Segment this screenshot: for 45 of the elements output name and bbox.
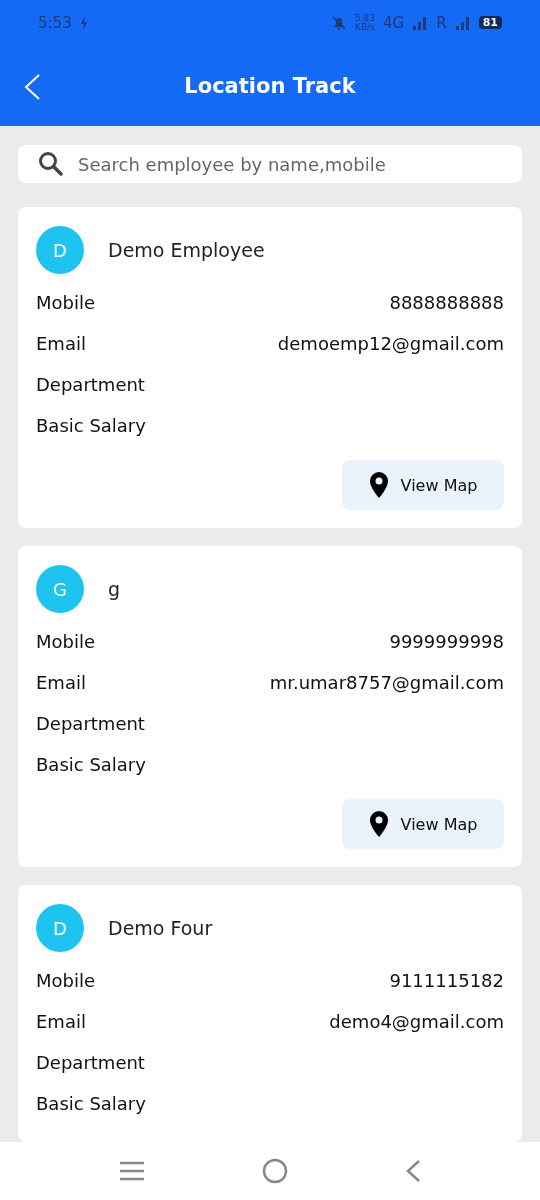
field-label: Department [36,1052,145,1073]
field-value: demo4@gmail.com [329,1011,504,1032]
field-label: Mobile [36,631,96,652]
back-icon[interactable] [22,73,42,101]
field-label: Basic Salary [36,415,146,436]
field-label: Department [36,713,145,734]
field-value: 8888888888 [389,292,504,313]
field-label: Email [36,1011,86,1032]
network-type: 4G [383,13,405,32]
view-map-button[interactable]: View Map [342,460,504,510]
field-label: Email [36,672,86,693]
search-input[interactable]: Search employee by name,mobile [76,152,502,176]
status-time: 5:53 [38,13,72,32]
roaming-indicator: R [436,13,447,32]
location-pin-icon [368,472,389,498]
signal-icon [412,15,429,30]
field-value: mr.umar8757@gmail.com [269,672,504,693]
employee-name: Demo Employee [108,239,265,261]
field-label: Department [36,374,145,395]
field-value: 9999999998 [389,631,504,652]
back-icon[interactable] [405,1159,422,1183]
menu-icon[interactable] [118,1161,145,1181]
employee-name: g [108,578,121,600]
field-label: Basic Salary [36,754,146,775]
field-label: Mobile [36,970,96,991]
network-speed: 5.83 KB/s [355,13,376,32]
mute-bell-icon [331,14,348,31]
search-field[interactable]: Search employee by name,mobile [18,145,522,183]
field-label: Mobile [36,292,96,313]
location-pin-icon [368,811,389,837]
field-label: Email [36,333,86,354]
home-icon[interactable] [262,1158,288,1184]
page-title: Location Track [184,73,356,98]
employee-name: Demo Four [108,917,213,939]
field-value: 9111115182 [389,970,504,991]
field-label: Basic Salary [36,1093,146,1114]
search-icon [38,151,64,177]
battery-level: 81 [478,16,502,29]
avatar: D [36,226,84,274]
field-value: demoemp12@gmail.com [277,333,504,354]
signal-icon [454,15,471,30]
avatar: D [36,904,84,952]
view-map-button[interactable]: View Map [342,799,504,849]
avatar: G [36,565,84,613]
charging-icon [79,15,88,30]
